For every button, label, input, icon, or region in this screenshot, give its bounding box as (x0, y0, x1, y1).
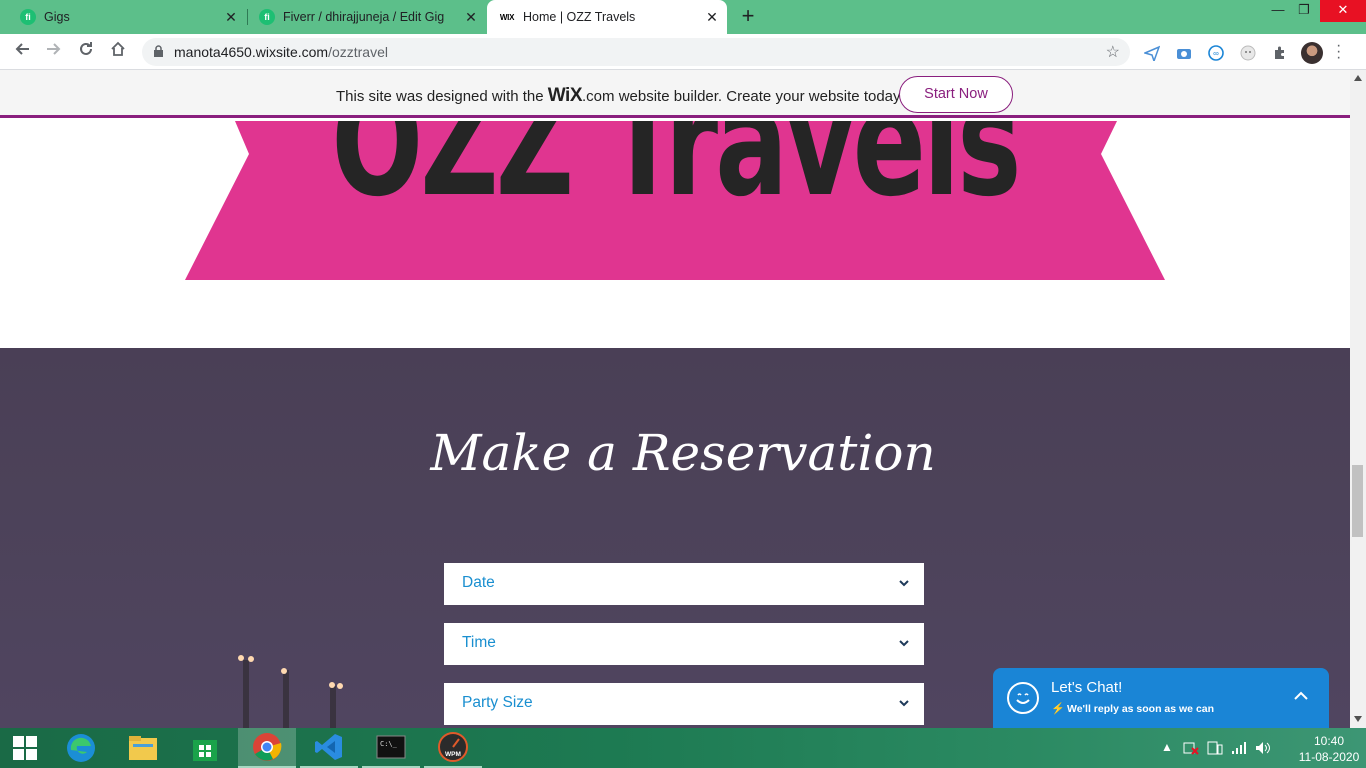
chat-title: Let's Chat! (1051, 679, 1123, 696)
forward-button[interactable] (42, 40, 66, 64)
svg-text:C:\_: C:\_ (380, 740, 398, 748)
party-size-label: Party Size (462, 694, 533, 711)
wix-icon: WIX (499, 12, 515, 22)
url-path: /ozztravel (328, 44, 388, 60)
arrow-left-icon (15, 43, 29, 55)
taskbar-store[interactable] (176, 728, 234, 768)
party-size-dropdown[interactable]: Party Size (444, 683, 924, 725)
scroll-up-arrow-icon[interactable] (1354, 75, 1362, 81)
street-lamps-image (238, 655, 343, 728)
taskbar-chrome[interactable] (238, 728, 296, 768)
bookmark-star-icon[interactable]: ☆ (1106, 42, 1120, 62)
scroll-down-arrow-icon[interactable] (1354, 716, 1362, 722)
wix-banner-text: This site was designed with the WiX.com … (336, 85, 904, 107)
volume-icon[interactable] (1255, 741, 1271, 758)
taskbar-terminal[interactable]: C:\_ (362, 728, 420, 768)
browser-tab-strip: fi Gigs ✕ fi Fiverr / dhirajjuneja / Edi… (0, 0, 1366, 34)
tab-fiverr-edit-gig[interactable]: fi Fiverr / dhirajjuneja / Edit Gig ✕ (239, 0, 486, 34)
send-extension-icon[interactable] (1143, 44, 1161, 62)
browser-menu-icon[interactable]: · · · (1336, 38, 1341, 66)
reservation-title: Make a Reservation (430, 424, 936, 482)
wpm-icon: WPM (438, 732, 468, 762)
chevron-down-icon (899, 700, 909, 707)
reload-button[interactable] (74, 40, 98, 64)
close-icon[interactable]: ✕ (701, 9, 723, 26)
fiverr-icon: fi (20, 9, 36, 25)
scrollbar-thumb[interactable] (1352, 465, 1363, 537)
network-error-icon[interactable] (1183, 741, 1199, 758)
date-label: Date (462, 574, 495, 591)
wix-logo-suffix: .com (582, 88, 615, 105)
puzzle-extensions-icon[interactable] (1271, 44, 1289, 62)
taskbar-wpm[interactable]: WPM (424, 728, 482, 768)
wix-banner-prefix: This site was designed with the (336, 88, 544, 105)
windows-start-button[interactable] (0, 728, 50, 768)
restore-button[interactable]: ❐ (1284, 0, 1324, 22)
windows-taskbar: C:\_ WPM ▲ 10:40 11-08-2020 (0, 728, 1366, 768)
window-close-button[interactable]: ✕ (1320, 0, 1366, 22)
back-button[interactable] (10, 40, 34, 64)
url-host: manota4650.wixsite.com (174, 44, 329, 60)
fiverr-icon: fi (259, 9, 275, 25)
browser-toolbar: manota4650.wixsite.com/ozztravel ☆ ∞ · · · (0, 34, 1366, 70)
system-clock[interactable]: 10:40 11-08-2020 (1297, 733, 1361, 765)
store-icon (193, 740, 217, 761)
edge-icon (67, 734, 95, 762)
lock-icon (154, 45, 163, 57)
smiley-icon (1007, 682, 1039, 714)
vscode-icon (315, 734, 342, 760)
lightning-icon: ⚡ (1051, 703, 1065, 715)
close-icon[interactable]: ✕ (460, 9, 482, 26)
date-dropdown[interactable]: Date (444, 563, 924, 605)
url-text: manota4650.wixsite.com/ozztravel (174, 44, 388, 60)
chevron-down-icon (899, 640, 909, 647)
wix-promo-banner: This site was designed with the WiX.com … (0, 70, 1350, 118)
address-bar[interactable]: manota4650.wixsite.com/ozztravel ☆ (142, 38, 1130, 66)
profile-avatar[interactable] (1301, 42, 1323, 64)
chrome-icon (253, 733, 282, 761)
device-icon[interactable] (1207, 741, 1223, 758)
chevron-down-icon (899, 580, 909, 587)
page-content: OZZ Travels Make a Reservation Date Time… (0, 121, 1350, 728)
page-scrollbar[interactable] (1350, 70, 1366, 728)
svg-text:∞: ∞ (1213, 49, 1219, 58)
tab-title: Fiverr / dhirajjuneja / Edit Gig (283, 10, 445, 24)
folder-icon (129, 736, 157, 760)
home-icon (111, 41, 125, 56)
windows-logo-icon (13, 736, 37, 760)
brand-title: OZZ Travels (331, 121, 1021, 230)
chat-subtitle: We'll reply as soon as we can (1067, 703, 1215, 715)
home-button[interactable] (106, 40, 130, 64)
infinity-extension-icon[interactable]: ∞ (1207, 44, 1225, 62)
face-extension-icon[interactable] (1239, 44, 1257, 62)
wix-logo: WiX (547, 85, 583, 106)
arrow-right-icon (47, 43, 61, 55)
camera-extension-icon[interactable] (1175, 44, 1193, 62)
wix-banner-suffix: website builder. Create your website tod… (618, 88, 904, 105)
taskbar-vscode[interactable] (300, 728, 358, 768)
tray-overflow-icon[interactable]: ▲ (1161, 740, 1173, 754)
time-dropdown[interactable]: Time (444, 623, 924, 665)
svg-text:WPM: WPM (445, 751, 461, 758)
taskbar-file-explorer[interactable] (114, 728, 172, 768)
tab-title: Home | OZZ Travels (523, 10, 636, 24)
clock-time: 10:40 (1313, 734, 1345, 748)
chevron-up-icon[interactable] (1291, 686, 1311, 706)
chat-widget[interactable]: Let's Chat! ⚡ We'll reply as soon as we … (993, 668, 1329, 728)
clock-date: 11-08-2020 (1298, 750, 1360, 764)
reload-icon (80, 42, 92, 55)
taskbar-edge[interactable] (52, 728, 110, 768)
terminal-icon: C:\_ (376, 735, 406, 759)
tab-ozz-travels[interactable]: WIX Home | OZZ Travels ✕ (487, 0, 727, 34)
start-now-button[interactable]: Start Now (899, 76, 1013, 113)
time-label: Time (462, 634, 496, 651)
tab-title: Gigs (44, 10, 70, 24)
new-tab-button[interactable]: + (737, 5, 759, 29)
tab-gigs[interactable]: fi Gigs ✕ (0, 0, 246, 34)
wifi-signal-icon[interactable] (1231, 741, 1247, 758)
